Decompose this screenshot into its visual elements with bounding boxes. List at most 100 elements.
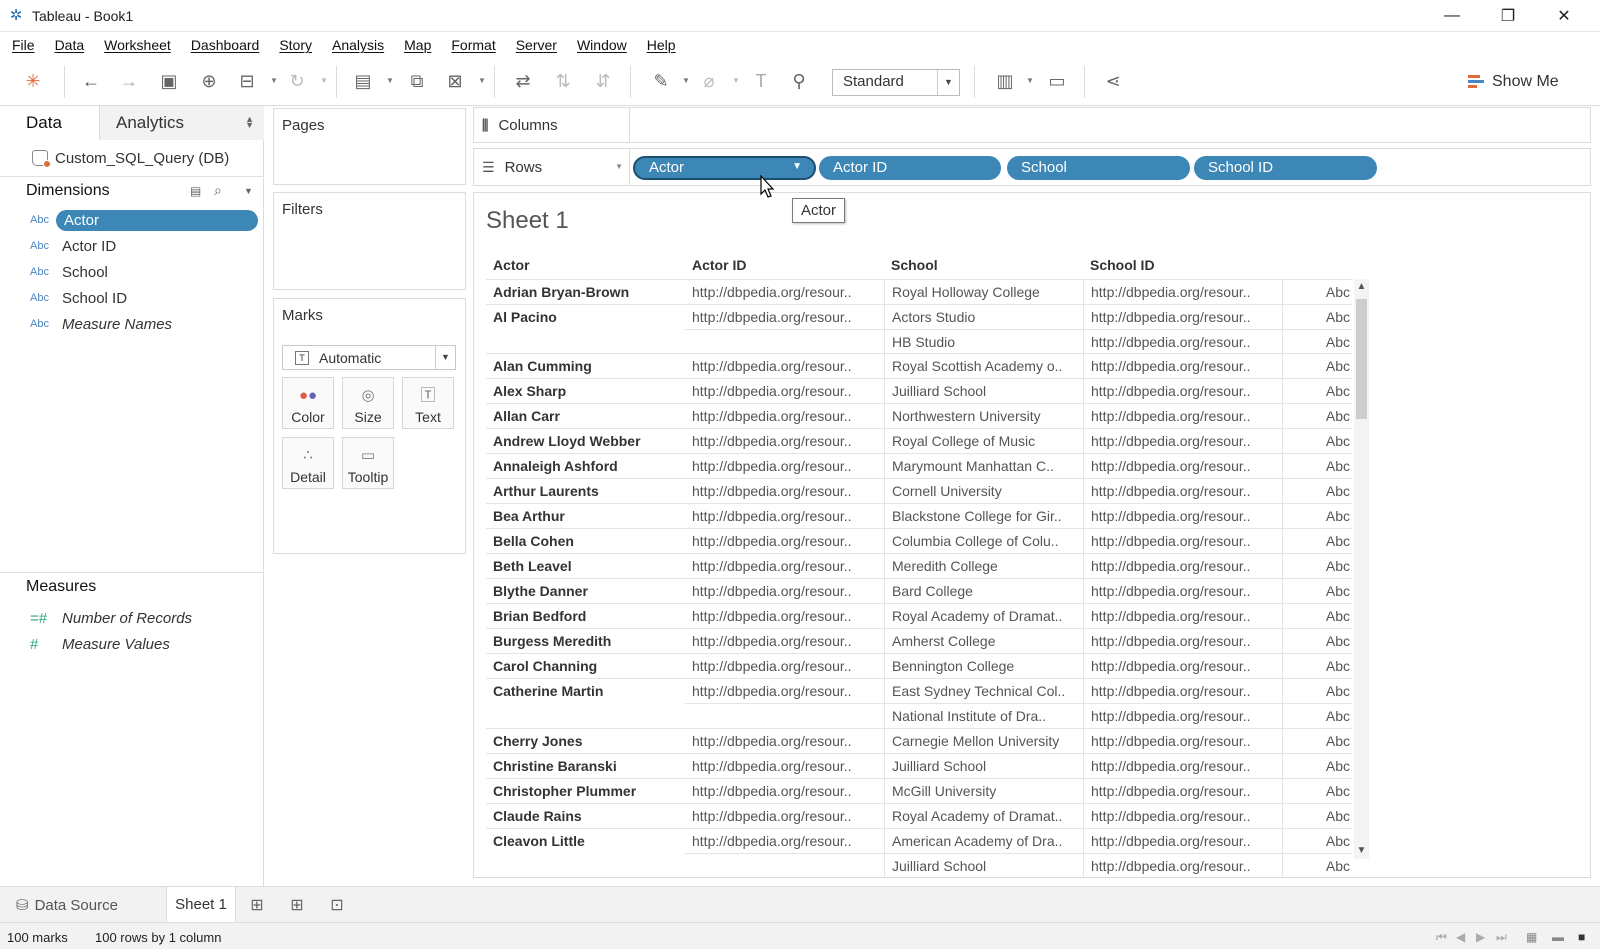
dimension-field[interactable]: Abc School (28, 260, 258, 284)
actor-cell[interactable]: Cherry Jones (486, 728, 685, 753)
filters-card[interactable]: Filters (273, 192, 466, 290)
school-cell[interactable]: Royal College of Music (884, 428, 1083, 453)
school-cell[interactable]: Juilliard School (884, 853, 1083, 877)
dimension-field[interactable]: Abc Actor ID (28, 234, 258, 258)
chevron-up-icon[interactable]: ▲ (1354, 279, 1369, 295)
school-id-cell[interactable]: http://dbpedia.org/resour.. (1083, 279, 1282, 304)
school-id-cell[interactable]: http://dbpedia.org/resour.. (1083, 503, 1282, 528)
show-cards-icon[interactable]: ▥ (992, 68, 1018, 94)
table-row[interactable]: Christopher Plummer http://dbpedia.org/re… (486, 778, 1352, 803)
chevron-down-icon[interactable]: ▼ (244, 186, 253, 206)
abc-cell[interactable]: Abc (1282, 678, 1352, 703)
filmstrip-icon[interactable]: ▬ (1552, 930, 1564, 944)
actor-id-cell[interactable]: http://dbpedia.org/resour.. (685, 503, 884, 528)
school-cell[interactable]: Amherst College (884, 628, 1083, 653)
measure-field[interactable]: =# Number of Records (28, 606, 258, 630)
mark-type-select[interactable]: T Automatic ▼ (282, 345, 456, 370)
abc-cell[interactable]: Abc (1282, 653, 1352, 678)
tab-sheet1[interactable]: Sheet 1 (166, 887, 236, 923)
school-id-cell[interactable]: http://dbpedia.org/resour.. (1083, 828, 1282, 853)
swap-rows-columns-icon[interactable]: ⇄ (510, 68, 536, 94)
color-button[interactable]: ●● Color (282, 377, 334, 429)
actor-id-cell[interactable]: http://dbpedia.org/resour.. (685, 628, 884, 653)
table-row[interactable]: Juilliard School http://dbpedia.org/resou… (486, 853, 1352, 877)
pill-school-id[interactable]: School ID (1194, 156, 1377, 180)
abc-cell[interactable]: Abc (1282, 703, 1352, 728)
sheet-sorter-icon[interactable]: ▦ (1526, 930, 1537, 944)
actor-id-cell[interactable]: http://dbpedia.org/resour.. (685, 803, 884, 828)
school-cell[interactable]: Blackstone College for Gir.. (884, 503, 1083, 528)
school-cell[interactable]: American Academy of Dra.. (884, 828, 1083, 853)
new-dashboard-icon[interactable]: ⊞ (286, 895, 308, 915)
sort-ascending-icon[interactable]: ⇅ (550, 68, 576, 94)
table-row[interactable]: Cleavon Little http://dbpedia.org/resour.… (486, 828, 1352, 853)
school-id-cell[interactable]: http://dbpedia.org/resour.. (1083, 478, 1282, 503)
undo-icon[interactable]: ← (78, 68, 104, 94)
actor-cell[interactable]: Alan Cumming (486, 353, 685, 378)
table-row[interactable]: HB Studio http://dbpedia.org/resour.. Abc (486, 329, 1352, 354)
school-cell[interactable]: Royal Academy of Dramat.. (884, 803, 1083, 828)
school-cell[interactable]: McGill University (884, 778, 1083, 803)
school-cell[interactable]: Columbia College of Colu.. (884, 528, 1083, 553)
abc-cell[interactable]: Abc (1282, 403, 1352, 428)
table-row[interactable]: Bea Arthur http://dbpedia.org/resour.. Bla… (486, 503, 1352, 528)
abc-cell[interactable]: Abc (1282, 578, 1352, 603)
school-id-cell[interactable]: http://dbpedia.org/resour.. (1083, 304, 1282, 329)
actor-cell[interactable]: Carol Channing (486, 653, 685, 678)
school-cell[interactable]: National Institute of Dra.. (884, 703, 1083, 728)
new-worksheet-icon[interactable]: ⊞ (246, 895, 268, 915)
highlight-icon[interactable]: ✎ (648, 68, 674, 94)
actor-id-cell[interactable]: http://dbpedia.org/resour.. (685, 578, 884, 603)
school-id-cell[interactable]: http://dbpedia.org/resour.. (1083, 603, 1282, 628)
table-row[interactable]: Christine Baranski http://dbpedia.org/res… (486, 753, 1352, 778)
minimize-button[interactable]: — (1424, 0, 1480, 32)
abc-cell[interactable]: Abc (1282, 828, 1352, 853)
actor-cell[interactable]: Brian Bedford (486, 603, 685, 628)
school-cell[interactable]: Bennington College (884, 653, 1083, 678)
abc-cell[interactable]: Abc (1282, 628, 1352, 653)
abc-cell[interactable]: Abc (1282, 853, 1352, 877)
actor-cell[interactable]: Blythe Danner (486, 578, 685, 603)
scrollbar-thumb[interactable] (1356, 299, 1367, 419)
actor-id-cell[interactable]: http://dbpedia.org/resour.. (685, 728, 884, 753)
column-header[interactable]: Actor (493, 257, 530, 273)
school-id-cell[interactable]: http://dbpedia.org/resour.. (1083, 778, 1282, 803)
school-cell[interactable]: HB Studio (884, 329, 1083, 354)
actor-cell[interactable]: Bea Arthur (486, 503, 685, 528)
actor-id-cell[interactable]: http://dbpedia.org/resour.. (685, 353, 884, 378)
actor-id-cell[interactable] (685, 853, 884, 877)
menu-format[interactable]: Format (451, 37, 495, 53)
actor-cell[interactable] (486, 329, 685, 354)
text-button[interactable]: 🅃 Text (402, 377, 454, 429)
actor-id-cell[interactable] (685, 703, 884, 728)
table-row[interactable]: Cherry Jones http://dbpedia.org/resour.. C… (486, 728, 1352, 753)
actor-cell[interactable]: Arthur Laurents (486, 478, 685, 503)
fix-axes-icon[interactable]: ⚲ (786, 68, 812, 94)
last-page-icon[interactable]: ⏭ (1496, 930, 1507, 945)
share-icon[interactable]: ⋖ (1100, 68, 1126, 94)
actor-id-cell[interactable] (685, 329, 884, 354)
presentation-mode-icon[interactable]: ▭ (1044, 68, 1070, 94)
abc-cell[interactable]: Abc (1282, 304, 1352, 329)
dimension-field[interactable]: Abc School ID (28, 286, 258, 310)
actor-cell[interactable]: Burgess Meredith (486, 628, 685, 653)
search-icon[interactable]: ⌕ (214, 182, 222, 202)
abc-cell[interactable]: Abc (1282, 478, 1352, 503)
school-id-cell[interactable]: http://dbpedia.org/resour.. (1083, 703, 1282, 728)
table-row[interactable]: Alex Sharp http://dbpedia.org/resour.. Jui… (486, 378, 1352, 403)
school-cell[interactable]: Northwestern University (884, 403, 1083, 428)
abc-cell[interactable]: Abc (1282, 728, 1352, 753)
school-cell[interactable]: East Sydney Technical Col.. (884, 678, 1083, 703)
table-row[interactable]: Blythe Danner http://dbpedia.org/resour..… (486, 578, 1352, 603)
actor-id-cell[interactable]: http://dbpedia.org/resour.. (685, 603, 884, 628)
school-id-cell[interactable]: http://dbpedia.org/resour.. (1083, 528, 1282, 553)
chevron-down-icon[interactable]: ▼ (478, 76, 486, 85)
tab-analytics[interactable]: Analytics ▲ ▼ (100, 106, 264, 140)
table-row[interactable]: Andrew Lloyd Webber http://dbpedia.org/re… (486, 428, 1352, 453)
column-header[interactable]: School (891, 257, 938, 273)
school-id-cell[interactable]: http://dbpedia.org/resour.. (1083, 853, 1282, 877)
table-row[interactable]: Catherine Martin http://dbpedia.org/resou… (486, 678, 1352, 703)
actor-id-cell[interactable]: http://dbpedia.org/resour.. (685, 528, 884, 553)
actor-cell[interactable]: Bella Cohen (486, 528, 685, 553)
actor-id-cell[interactable]: http://dbpedia.org/resour.. (685, 403, 884, 428)
